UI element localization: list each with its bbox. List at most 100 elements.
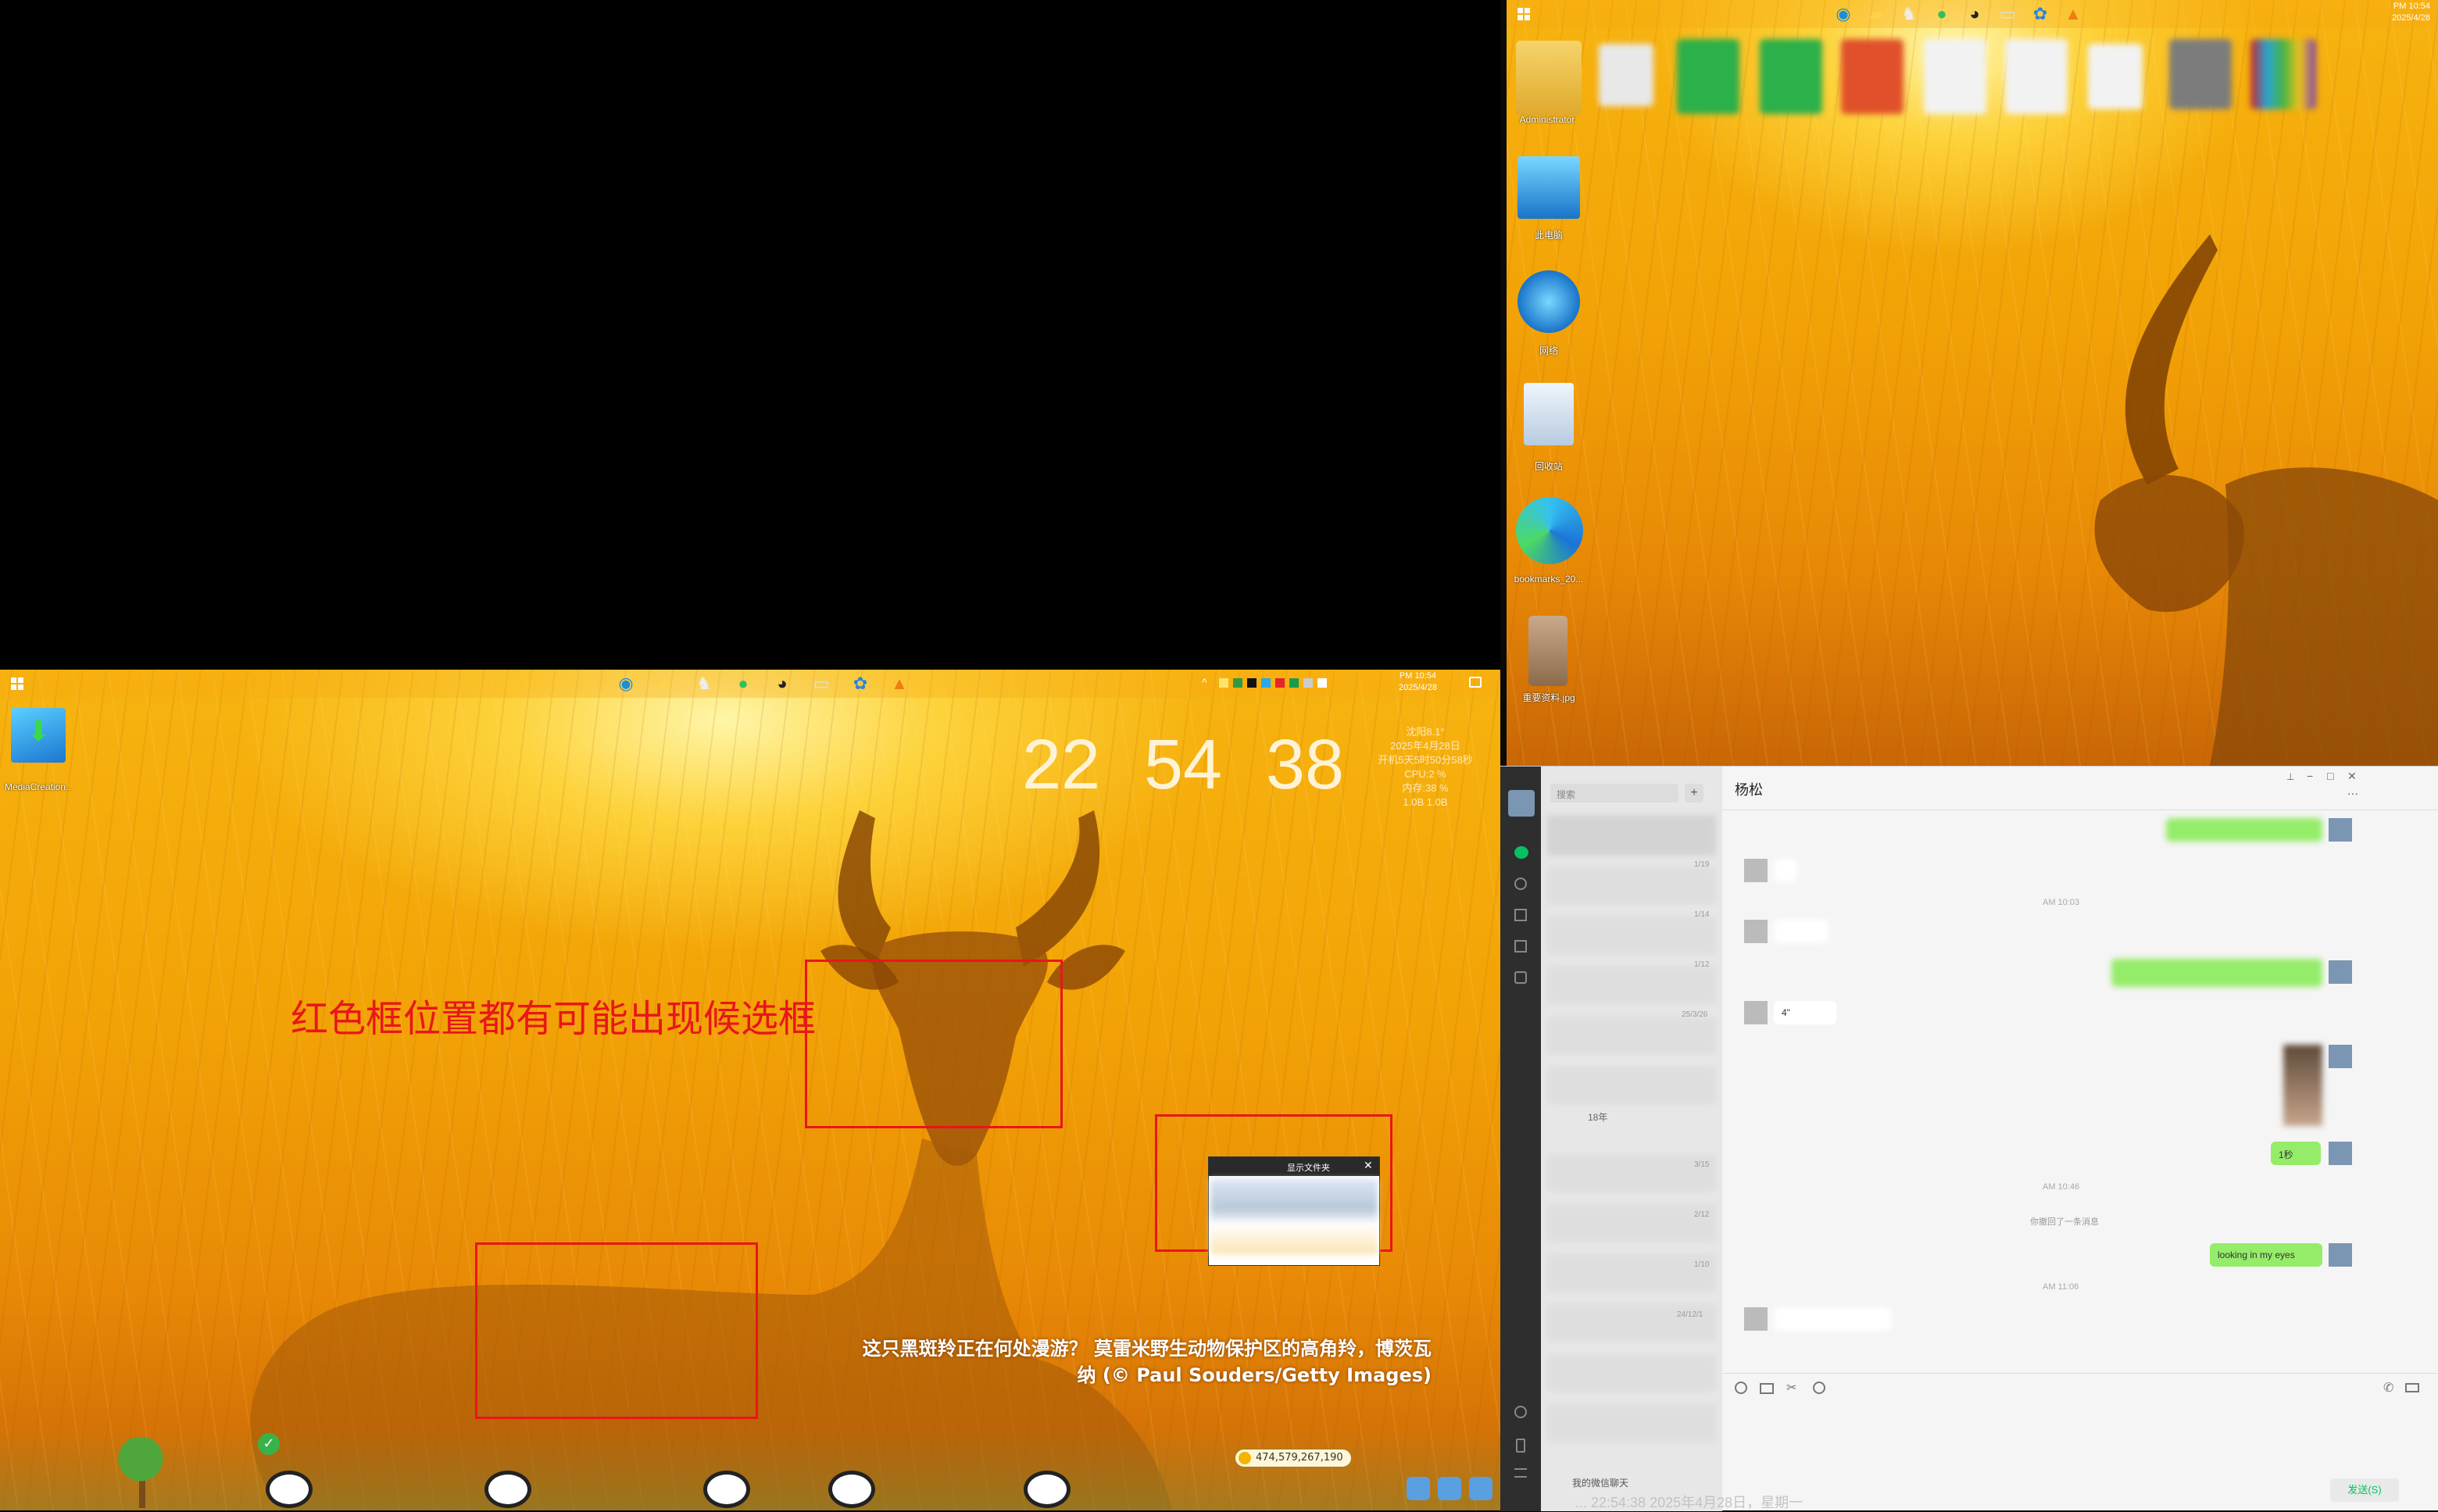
- taskbar-clock[interactable]: PM 10:54 2025/4/28: [2382, 1, 2430, 24]
- panda-icon: [828, 1471, 875, 1508]
- close-icon[interactable]: ✕: [2347, 770, 2357, 783]
- wallpaper-caption-line2: 纳 (© Paul Souders/Getty Images): [1077, 1364, 1432, 1386]
- app-icon[interactable]: ♞: [1897, 2, 1921, 26]
- chat-list-item[interactable]: [1547, 815, 1716, 856]
- taskbar-time: PM 10:54: [1399, 671, 1437, 681]
- bookmarks-label: bookmarks_20...: [1514, 574, 1584, 584]
- vlc-icon[interactable]: ▲: [2061, 2, 2085, 26]
- message-input[interactable]: [1722, 1400, 2438, 1478]
- folder-preview-popup[interactable]: 显示文件夹 ✕: [1208, 1156, 1380, 1266]
- voice-message[interactable]: 4": [1774, 1001, 1836, 1024]
- qq-icon[interactable]: ◕: [1963, 2, 1986, 26]
- taskbar-date: 2025/4/28: [2392, 13, 2430, 23]
- maximize-icon[interactable]: □: [2327, 770, 2333, 782]
- settings-icon[interactable]: ✿: [849, 672, 872, 695]
- minimize-icon[interactable]: −: [2307, 770, 2313, 782]
- network-icon[interactable]: [1517, 270, 1580, 333]
- user-folder-icon[interactable]: [1516, 41, 1582, 116]
- chat-list-item[interactable]: [1547, 917, 1716, 954]
- favorites-nav-icon[interactable]: [1514, 909, 1527, 921]
- recycle-bin-icon[interactable]: [1524, 383, 1574, 445]
- remote-desktop-icon[interactable]: ▭: [1996, 2, 2019, 26]
- contacts-nav-icon[interactable]: [1514, 878, 1527, 890]
- wechat-icon[interactable]: ●: [1930, 2, 1954, 26]
- popup-close-icon[interactable]: ✕: [1364, 1160, 1373, 1172]
- file-icon[interactable]: [2088, 44, 2143, 109]
- edge-icon[interactable]: ◉: [614, 672, 638, 695]
- spreadsheet-file-icon[interactable]: [1760, 39, 1822, 114]
- home-button-icon[interactable]: [1407, 1477, 1430, 1500]
- mini-program-icon[interactable]: [1514, 1406, 1527, 1418]
- files-nav-icon[interactable]: [1514, 940, 1527, 953]
- moments-nav-icon[interactable]: [1514, 971, 1527, 984]
- emoji-icon[interactable]: [1735, 1382, 1747, 1394]
- net-text: 1.0B 1.0B: [1403, 796, 1448, 808]
- document-file-icon[interactable]: [1924, 39, 1986, 114]
- wechat-window[interactable]: 搜索 + 18年 我的微信聊天 1/19 1/14 1/12 25/3/26 3…: [1500, 766, 2438, 1511]
- wechat-icon[interactable]: ●: [731, 672, 755, 695]
- spreadsheet-file-icon[interactable]: [1677, 39, 1739, 114]
- file-explorer-icon[interactable]: ▰: [653, 672, 677, 695]
- chat-history-icon[interactable]: [1813, 1382, 1825, 1394]
- media-creation-tool-icon[interactable]: ⬇: [11, 708, 66, 763]
- search-input[interactable]: 搜索: [1550, 784, 1678, 802]
- image-file-icon[interactable]: [1528, 616, 1568, 686]
- menu-icon[interactable]: [1514, 1468, 1527, 1478]
- panda-icon: [703, 1471, 750, 1508]
- notification-icon[interactable]: [1469, 677, 1482, 688]
- pet-game-strip[interactable]: ✓ 474,579,267,190: [0, 1430, 1507, 1510]
- edge-icon[interactable]: ◉: [1832, 2, 1855, 26]
- list-date: 25/3/26: [1682, 1010, 1708, 1019]
- image-message[interactable]: [2283, 1045, 2322, 1126]
- system-message: 你撤回了一条消息: [2030, 1217, 2099, 1227]
- chat-list-item[interactable]: [1547, 1404, 1716, 1442]
- chat-list-item[interactable]: [1547, 967, 1716, 1004]
- start-icon[interactable]: [11, 677, 23, 690]
- presentation-file-icon[interactable]: [1841, 39, 1904, 114]
- qq-icon[interactable]: ◕: [770, 672, 794, 695]
- chat-list-item[interactable]: [1547, 1354, 1716, 1392]
- avatar[interactable]: [1508, 790, 1535, 817]
- this-pc-icon[interactable]: [1517, 156, 1580, 219]
- tray-expand-icon[interactable]: ^: [1202, 676, 1207, 688]
- send-button[interactable]: 发送(S): [2330, 1478, 2399, 1502]
- vlc-icon[interactable]: ▲: [888, 672, 911, 695]
- administrator-label: Administrator: [1519, 114, 1575, 125]
- scissors-icon[interactable]: ✂: [1786, 1380, 1796, 1396]
- image-file-icon[interactable]: [2169, 39, 2232, 109]
- document-file-icon[interactable]: [2005, 39, 2068, 114]
- settings-button-icon[interactable]: [1469, 1477, 1492, 1500]
- file-explorer-icon[interactable]: ▰: [1864, 2, 1888, 26]
- chat-list-item[interactable]: [1547, 1017, 1716, 1054]
- add-button[interactable]: +: [1685, 784, 1703, 802]
- input-toolbar: ✂ ✆ 发送(S): [1722, 1373, 2438, 1511]
- taskbar-clock[interactable]: PM 10:54 2025/4/28: [1399, 670, 1437, 694]
- chat-list-item[interactable]: [1547, 1067, 1716, 1104]
- phone-icon[interactable]: [1516, 1439, 1525, 1453]
- chat-nav-icon[interactable]: [1514, 846, 1528, 859]
- shop-button-icon[interactable]: [1438, 1477, 1461, 1500]
- chat-list-item[interactable]: [1547, 1154, 1716, 1192]
- coin-counter[interactable]: 474,579,267,190: [1235, 1449, 1352, 1467]
- pin-icon[interactable]: ⊥: [2286, 771, 2294, 782]
- more-options-icon[interactable]: ···: [2347, 787, 2358, 799]
- remote-desktop-icon[interactable]: ▭: [810, 672, 833, 695]
- start-icon[interactable]: [1517, 8, 1530, 20]
- folder-icon[interactable]: [1760, 1383, 1774, 1394]
- video-call-icon[interactable]: [2405, 1383, 2419, 1392]
- chat-list-item[interactable]: [1547, 867, 1716, 904]
- chat-list-item[interactable]: [1547, 1254, 1716, 1292]
- edge-bookmarks-icon[interactable]: [1516, 497, 1583, 564]
- archive-file-icon[interactable]: [2250, 39, 2316, 109]
- received-message: [1774, 1307, 1891, 1331]
- file-icon[interactable]: [1599, 44, 1653, 106]
- reply-text-2: looking in my eyes: [2218, 1249, 2295, 1260]
- settings-icon[interactable]: ✿: [2029, 2, 2052, 26]
- tree-icon: [117, 1438, 164, 1508]
- chat-list-item[interactable]: [1547, 1204, 1716, 1242]
- chat-header: 杨松 ⊥ − □ ✕ ···: [1722, 767, 2438, 810]
- desktop-file-row: [1513, 36, 2341, 130]
- app-icon[interactable]: ♞: [692, 672, 716, 695]
- voice-call-icon[interactable]: ✆: [2383, 1380, 2393, 1396]
- network-label: 网络: [1539, 345, 1558, 356]
